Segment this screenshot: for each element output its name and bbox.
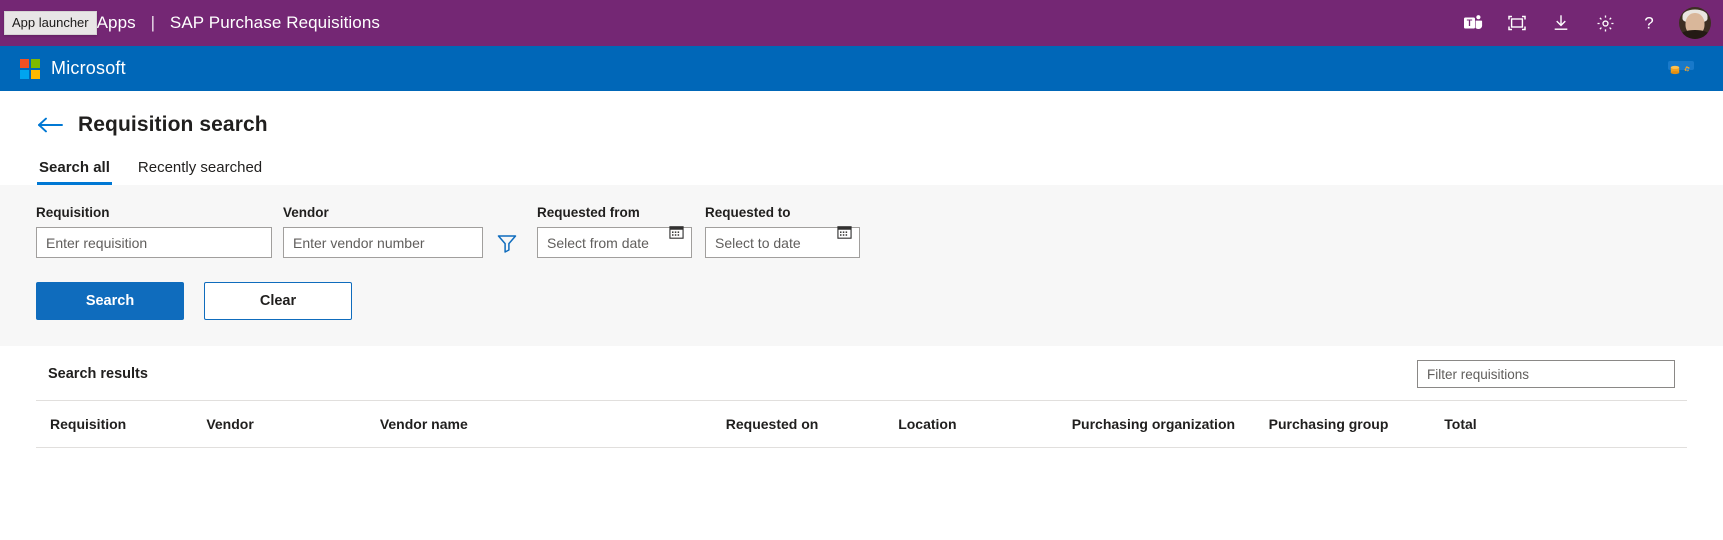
microsoft-banner: Microsoft (0, 46, 1723, 91)
microsoft-wordmark: Microsoft (51, 58, 126, 78)
microsoft-squares-icon (20, 58, 40, 79)
fullscreen-icon[interactable] (1495, 0, 1539, 46)
vendor-label: Vendor (283, 205, 329, 220)
clear-button-label: Clear (259, 293, 297, 309)
vendor-input[interactable] (283, 227, 483, 258)
calendar-icon-from[interactable] (669, 224, 684, 239)
avatar-coat (1680, 30, 1710, 39)
filter-requisitions-input[interactable] (1417, 360, 1675, 388)
column-header-vendor[interactable]: Vendor (206, 401, 380, 448)
search-results-title: Search results (48, 366, 148, 382)
column-header-requisition[interactable]: Requisition (36, 401, 207, 448)
top-bar-actions: T ? (1451, 0, 1723, 46)
vendor-field-group: Vendor (283, 205, 483, 258)
gear-icon[interactable] (1583, 0, 1627, 46)
requested-from-field-group: Requested from (537, 205, 692, 258)
results-table-body-empty (36, 448, 1687, 540)
app-launcher-tooltip: App launcher (4, 11, 97, 35)
svg-text:?: ? (1644, 14, 1653, 33)
requisition-field-group: Requisition (36, 205, 272, 258)
calendar-icon-to[interactable] (837, 224, 852, 239)
page-header: Requisition search Search all Recently s… (0, 91, 1723, 185)
requisition-input[interactable] (36, 227, 272, 258)
app-name: SAP Purchase Requisitions (169, 13, 380, 32)
microsoft-logo: Microsoft (20, 58, 126, 79)
teams-icon[interactable]: T (1451, 0, 1495, 46)
tab-recently-searched[interactable]: Recently searched (136, 153, 264, 185)
help-icon[interactable]: ? (1627, 0, 1671, 46)
page-title: Requisition search (78, 113, 268, 136)
brand-separator: | (150, 13, 156, 32)
avatar[interactable] (1679, 7, 1711, 39)
search-results-panel: Search results Requisition Vendor Vendor… (36, 346, 1687, 540)
requested-from-label: Requested from (537, 205, 640, 220)
results-table: Requisition Vendor Vendor name Requested… (36, 401, 1687, 540)
column-header-purchasing-organization[interactable]: Purchasing organization (1071, 401, 1269, 448)
requested-to-field-group: Requested to (705, 205, 860, 258)
results-header-row: Requisition Vendor Vendor name Requested… (36, 401, 1687, 448)
search-button[interactable]: Search (36, 282, 184, 320)
clear-button[interactable]: Clear (204, 282, 352, 320)
download-icon[interactable] (1539, 0, 1583, 46)
results-table-head: Requisition Vendor Vendor name Requested… (36, 401, 1687, 448)
requisition-label: Requisition (36, 205, 110, 220)
form-button-row: Search Clear (36, 282, 1723, 320)
power-apps-top-bar: Power Apps | SAP Purchase Requisitions A… (0, 0, 1723, 46)
column-header-total[interactable]: Total (1444, 401, 1687, 448)
filter-funnel-icon[interactable] (483, 227, 531, 258)
tab-search-all[interactable]: Search all (37, 153, 112, 185)
page-tabs: Search all Recently searched (36, 153, 1723, 185)
column-header-purchasing-group[interactable]: Purchasing group (1268, 401, 1445, 448)
tab-search-all-label: Search all (39, 159, 110, 176)
search-field-row: Requisition Vendor Requested from (36, 205, 1723, 258)
page-title-row: Requisition search (36, 113, 1723, 137)
environment-icon[interactable] (1664, 59, 1698, 79)
svg-text:T: T (1467, 18, 1473, 28)
column-header-location[interactable]: Location (898, 401, 1072, 448)
back-arrow-icon[interactable] (36, 116, 64, 134)
search-button-label: Search (85, 293, 135, 309)
column-header-vendor-name[interactable]: Vendor name (379, 401, 726, 448)
column-header-requested-on[interactable]: Requested on (725, 401, 899, 448)
search-results-header: Search results (36, 346, 1687, 401)
search-form-panel: Requisition Vendor Requested from (0, 185, 1723, 346)
requested-to-label: Requested to (705, 205, 791, 220)
tab-recently-searched-label: Recently searched (137, 159, 263, 176)
